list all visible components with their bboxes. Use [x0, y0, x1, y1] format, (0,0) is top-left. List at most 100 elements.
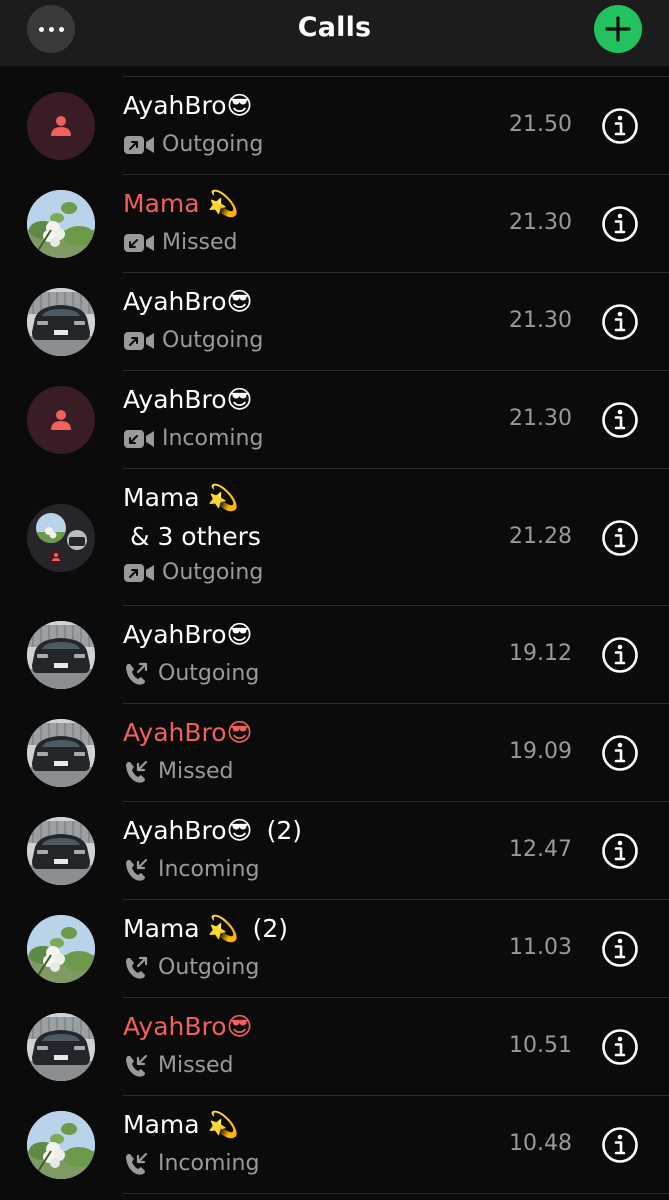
contact-name-text: AyahBro😎: [123, 718, 253, 747]
call-row[interactable]: AyahBro😎 Incoming 21.30: [0, 371, 669, 469]
call-type-label: Missed: [158, 1053, 234, 1078]
call-time: 19.12: [509, 641, 572, 666]
contact-name: Mama 💫: [123, 1110, 239, 1140]
call-row[interactable]: Mama 💫 (2) Outgoing 11.03: [0, 900, 669, 998]
call-type: Incoming: [123, 426, 263, 451]
call-time: 21.30: [509, 210, 572, 235]
info-icon[interactable]: [601, 519, 639, 557]
voice-call-icon: [126, 760, 148, 783]
voice-call-icon: [126, 1152, 148, 1175]
contact-avatar: [27, 915, 95, 983]
call-type-label: Incoming: [158, 1151, 260, 1176]
contact-name: AyahBro😎: [123, 718, 253, 747]
plus-icon: [605, 16, 631, 42]
call-type-label: Missed: [162, 230, 238, 255]
contact-avatar: [27, 190, 95, 258]
contact-name: AyahBro😎: [123, 91, 253, 120]
call-row[interactable]: AyahBro😎 Outgoing 21.30: [0, 273, 669, 371]
call-type: Outgoing: [123, 661, 259, 686]
call-time: 12.47: [509, 837, 572, 862]
call-type: Missed: [123, 230, 238, 255]
call-type: Incoming: [123, 1151, 259, 1176]
voice-call-icon: [126, 858, 148, 881]
contact-name-text: AyahBro😎: [123, 620, 253, 649]
info-icon[interactable]: [601, 930, 639, 968]
new-call-button[interactable]: [594, 5, 642, 53]
contact-name: AyahBro😎: [123, 620, 253, 649]
info-icon[interactable]: [601, 1126, 639, 1164]
page-title: Calls: [297, 12, 372, 43]
call-time: 21.50: [509, 112, 572, 137]
call-type-label: Outgoing: [162, 328, 264, 353]
voice-call-icon: [126, 662, 148, 685]
group-avatar: [27, 504, 95, 572]
contact-name: AyahBro😎 (2): [123, 816, 302, 845]
video-call-icon: [124, 331, 154, 350]
contact-avatar: [27, 288, 95, 356]
call-time: 19.09: [509, 739, 572, 764]
call-row[interactable]: AyahBro😎 Outgoing 21.50: [0, 77, 669, 175]
call-row[interactable]: AyahBro😎 Missed 10.51: [0, 998, 669, 1096]
call-row[interactable]: AyahBro😎 Outgoing 19.12: [0, 606, 669, 704]
contact-name: Mama 💫: [123, 483, 239, 513]
call-row[interactable]: Mama 💫 Incoming 10.48: [0, 1096, 669, 1194]
video-call-icon: [124, 429, 154, 448]
call-type-label: Incoming: [158, 857, 260, 882]
contact-name-text: AyahBro😎: [123, 816, 253, 845]
header-bar: Calls: [0, 0, 669, 66]
call-type-label: Outgoing: [162, 132, 264, 157]
call-time: 10.48: [509, 1131, 572, 1156]
call-type-label: Outgoing: [158, 955, 260, 980]
call-type: Incoming: [123, 857, 259, 882]
contact-avatar: [27, 621, 95, 689]
call-type: Outgoing: [123, 955, 259, 980]
info-icon[interactable]: [601, 1028, 639, 1066]
info-icon[interactable]: [601, 636, 639, 674]
contact-name-text: Mama 💫: [123, 189, 239, 218]
info-icon[interactable]: [601, 401, 639, 439]
contact-name: Mama 💫 (2): [123, 914, 288, 944]
contact-avatar: [27, 719, 95, 787]
contact-name-text: AyahBro😎: [123, 287, 253, 316]
call-row[interactable]: AyahBro😎 Missed 19.09: [0, 704, 669, 802]
divider: [123, 1193, 669, 1194]
contact-name-text: Mama 💫: [123, 483, 239, 512]
info-icon[interactable]: [601, 205, 639, 243]
call-type-label: Outgoing: [158, 661, 260, 686]
voice-call-icon: [126, 956, 148, 979]
call-row[interactable]: Mama 💫 Missed 21.30: [0, 175, 669, 273]
contact-name-text: AyahBro😎: [123, 91, 253, 120]
info-icon[interactable]: [601, 734, 639, 772]
contact-avatar: [27, 1111, 95, 1179]
call-type-label: Incoming: [162, 426, 264, 451]
video-call-icon: [124, 233, 154, 252]
info-icon[interactable]: [601, 832, 639, 870]
call-count: (2): [266, 816, 303, 845]
call-type: Missed: [123, 1053, 234, 1078]
call-time: 11.03: [509, 935, 572, 960]
call-time: 21.30: [509, 406, 572, 431]
contact-name-text: AyahBro😎: [123, 1012, 253, 1041]
call-type: Missed: [123, 759, 234, 784]
info-icon[interactable]: [601, 303, 639, 341]
call-time: 21.28: [509, 524, 572, 549]
contact-avatar: [27, 817, 95, 885]
contact-name: AyahBro😎: [123, 287, 253, 316]
video-call-icon: [124, 135, 154, 154]
contact-name: Mama 💫: [123, 189, 239, 219]
default-contact-icon: [27, 386, 95, 454]
call-row[interactable]: AyahBro😎 (2) Incoming 12.47: [0, 802, 669, 900]
contact-name-text: Mama 💫: [123, 1110, 239, 1139]
call-type: Outgoing: [123, 132, 263, 157]
call-type-label: Outgoing: [162, 560, 264, 585]
info-icon[interactable]: [601, 107, 639, 145]
call-row[interactable]: Mama 💫 & 3 others Outgoing 21.28: [0, 469, 669, 606]
default-contact-icon: [27, 92, 95, 160]
video-call-icon: [124, 563, 154, 582]
group-participants: & 3 others: [130, 522, 261, 551]
voice-call-icon: [126, 1054, 148, 1077]
call-type: Outgoing: [123, 328, 263, 353]
call-time: 10.51: [509, 1033, 572, 1058]
contact-name: AyahBro😎: [123, 385, 253, 414]
call-time: 21.30: [509, 308, 572, 333]
